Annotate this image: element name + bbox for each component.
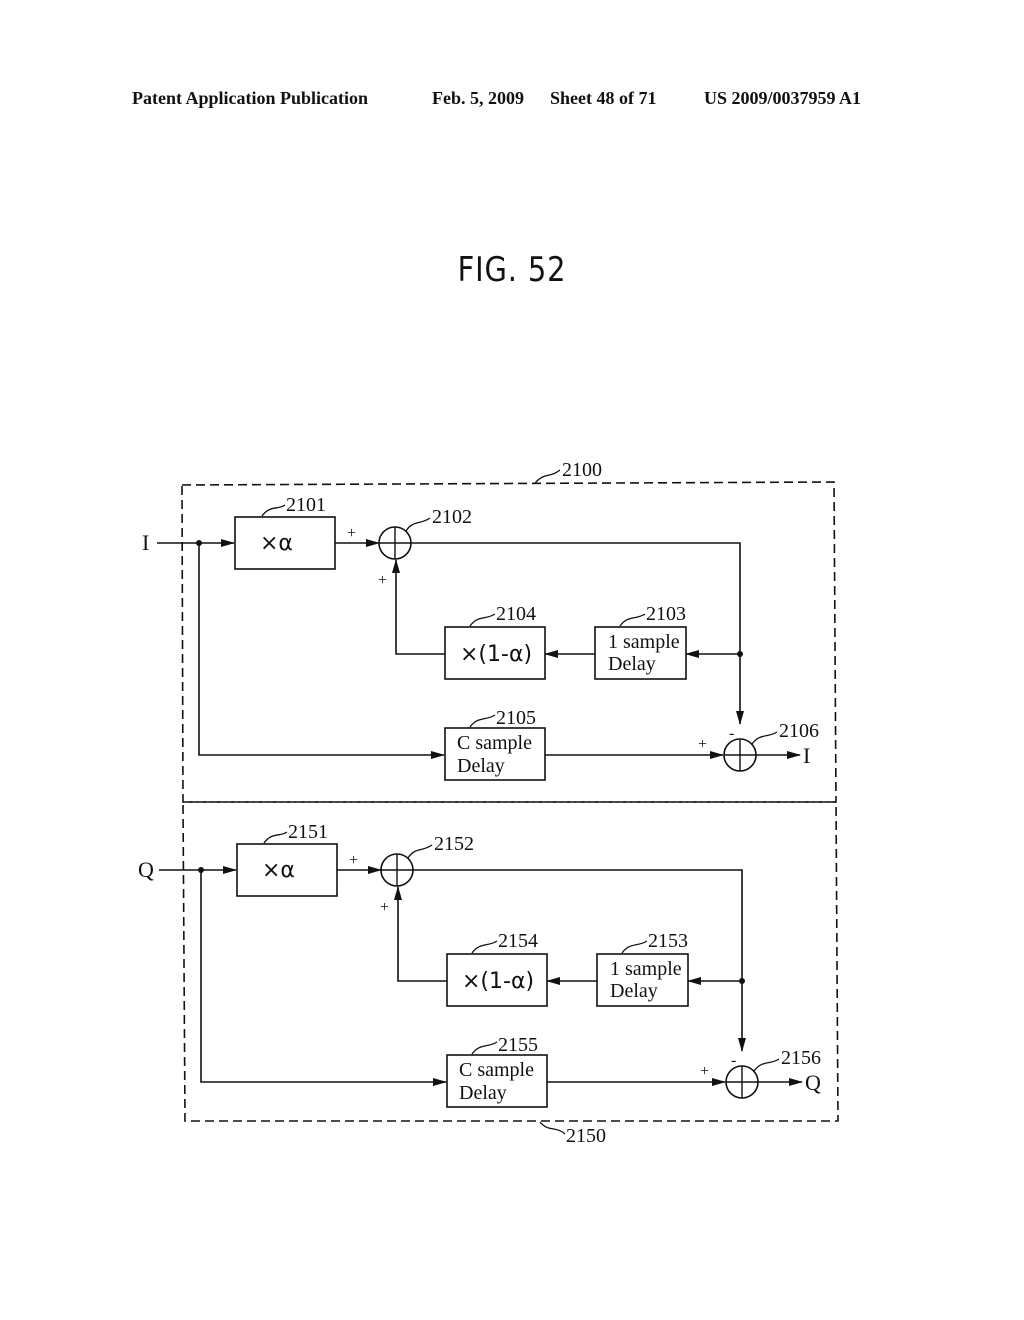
ref-leader-2100 [534,469,561,484]
ref-label-2151: 2151 [288,821,328,843]
block-2155-line1: C sample [459,1059,534,1081]
ref-label-2155: 2155 [498,1034,538,1056]
block-2101-label: ×α [260,531,293,556]
block-2104-label: ×(1-α) [460,642,532,667]
ref-label-2154: 2154 [498,930,538,952]
block-2105-line1: C sample [457,732,532,754]
block-2153-line2: Delay [610,980,658,1002]
ref-label-2100: 2100 [562,459,602,481]
adder-2152 [380,853,414,887]
block-2154-label: ×(1-α) [462,969,534,994]
ref-label-2104: 2104 [496,603,536,625]
sign-plus: + [349,852,358,869]
block-2103-line2: Delay [608,653,656,675]
adder-2102 [378,526,412,560]
ref-label-2102: 2102 [432,506,472,528]
ref-label-2101: 2101 [286,494,326,516]
input-label-i: I [142,530,149,555]
adder-2156 [725,1065,759,1099]
ref-label-2106: 2106 [779,720,819,742]
block-2153-line1: 1 sample [610,958,682,980]
ref-label-2150: 2150 [566,1125,606,1147]
ref-leader-2150 [539,1121,566,1135]
block-2151-label: ×α [262,858,295,883]
input-label-q: Q [138,857,154,882]
ref-label-2156: 2156 [781,1047,821,1069]
block-diagram: 2100 2150 I ×α 2101 + 2102 1 sample Dela [138,459,839,1147]
block-2155-line2: Delay [459,1082,507,1104]
ref-label-2152: 2152 [434,833,474,855]
output-label-q: Q [805,1070,821,1095]
sign-minus: - [729,725,734,742]
sign-minus: - [731,1052,736,1069]
sign-plus: + [378,572,387,589]
sign-plus: + [698,736,707,753]
lower-channel: Q ×α 2151 + 2152 1 sample Delay 2153 ×(1… [138,821,821,1108]
ref-label-2105: 2105 [496,707,536,729]
upper-channel: I ×α 2101 + 2102 1 sample Delay 2103 ×(1… [142,494,819,781]
block-2105-line2: Delay [457,755,505,777]
sign-plus: + [347,525,356,542]
output-label-i: I [803,743,810,768]
sign-plus: + [380,899,389,916]
sign-plus: + [700,1063,709,1080]
ref-label-2153: 2153 [648,930,688,952]
ref-label-2103: 2103 [646,603,686,625]
block-2103-line1: 1 sample [608,631,680,653]
adder-2106 [723,738,757,772]
